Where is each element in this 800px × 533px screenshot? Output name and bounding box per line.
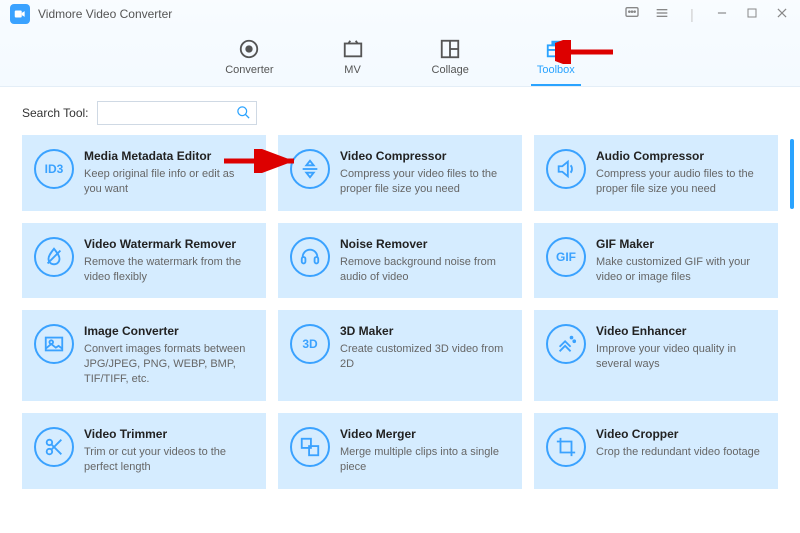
tool-icon: [34, 427, 74, 467]
tool-title: Video Enhancer: [596, 324, 766, 338]
close-button[interactable]: [774, 6, 790, 23]
tool-desc: Keep original file info or edit as you w…: [84, 167, 254, 197]
tool-title: Image Converter: [84, 324, 254, 338]
tool-desc: Improve your video quality in several wa…: [596, 342, 766, 372]
tool-card[interactable]: Image Converter Convert images formats be…: [22, 310, 266, 401]
tool-icon: [34, 237, 74, 277]
tab-label: Converter: [225, 64, 273, 76]
tool-card[interactable]: Video Merger Merge multiple clips into a …: [278, 413, 522, 489]
tab-label: Toolbox: [537, 64, 575, 76]
search-input[interactable]: [97, 101, 257, 125]
tool-desc: Compress your audio files to the proper …: [596, 167, 766, 197]
tool-title: Video Cropper: [596, 427, 760, 441]
tool-desc: Remove background noise from audio of vi…: [340, 255, 510, 285]
tool-title: Noise Remover: [340, 237, 510, 251]
tool-icon: [34, 324, 74, 364]
tool-icon: [290, 149, 330, 189]
tool-desc: Remove the watermark from the video flex…: [84, 255, 254, 285]
tool-desc: Compress your video files to the proper …: [340, 167, 510, 197]
scrollbar-thumb[interactable]: [790, 139, 794, 209]
tool-desc: Merge multiple clips into a single piece: [340, 445, 510, 475]
search-label: Search Tool:: [22, 106, 89, 120]
tool-icon: [290, 427, 330, 467]
tool-title: Video Merger: [340, 427, 510, 441]
tool-card[interactable]: 3D 3D Maker Create customized 3D video fro…: [278, 310, 522, 401]
main-tabs: Converter MV Collage Toolbox: [0, 28, 800, 87]
tool-card[interactable]: Noise Remover Remove background noise fro…: [278, 223, 522, 299]
tool-icon: [546, 427, 586, 467]
titlebar: Vidmore Video Converter |: [0, 0, 800, 28]
tool-desc: Trim or cut your videos to the perfect l…: [84, 445, 254, 475]
tool-card[interactable]: Video Enhancer Improve your video quality…: [534, 310, 778, 401]
menu-icon[interactable]: [654, 5, 670, 24]
tool-card[interactable]: Video Trimmer Trim or cut your videos to …: [22, 413, 266, 489]
tool-card[interactable]: Video Compressor Compress your video file…: [278, 135, 522, 211]
minimize-button[interactable]: [714, 6, 730, 23]
tool-icon: [546, 149, 586, 189]
tool-title: Video Watermark Remover: [84, 237, 254, 251]
tool-icon: 3D: [290, 324, 330, 364]
tool-title: Media Metadata Editor: [84, 149, 254, 163]
tool-grid-wrap: ID3 Media Metadata Editor Keep original fi…: [0, 135, 800, 533]
tool-title: Video Trimmer: [84, 427, 254, 441]
tool-icon: [290, 237, 330, 277]
tool-desc: Convert images formats between JPG/JPEG,…: [84, 342, 254, 387]
tool-icon: [546, 324, 586, 364]
tool-card[interactable]: Audio Compressor Compress your audio file…: [534, 135, 778, 211]
app-logo: [10, 4, 30, 24]
feedback-icon[interactable]: [624, 5, 640, 24]
maximize-button[interactable]: [744, 6, 760, 22]
tab-label: MV: [344, 64, 361, 76]
tool-icon: ID3: [34, 149, 74, 189]
tool-title: 3D Maker: [340, 324, 510, 338]
divider: |: [684, 6, 700, 22]
tab-collage[interactable]: Collage: [426, 34, 475, 86]
tool-card[interactable]: Video Watermark Remover Remove the waterm…: [22, 223, 266, 299]
tool-grid: ID3 Media Metadata Editor Keep original fi…: [22, 135, 778, 489]
search-bar: Search Tool:: [0, 87, 800, 135]
tab-label: Collage: [432, 64, 469, 76]
tool-card[interactable]: Video Cropper Crop the redundant video fo…: [534, 413, 778, 489]
tool-desc: Crop the redundant video footage: [596, 445, 760, 460]
tab-toolbox[interactable]: Toolbox: [531, 34, 581, 86]
tool-card[interactable]: ID3 Media Metadata Editor Keep original fi…: [22, 135, 266, 211]
tab-mv[interactable]: MV: [336, 34, 370, 86]
search-icon[interactable]: [236, 105, 251, 125]
app-title: Vidmore Video Converter: [38, 7, 172, 21]
tool-card[interactable]: GIF GIF Maker Make customized GIF with you…: [534, 223, 778, 299]
window-controls: |: [624, 5, 790, 24]
tool-desc: Make customized GIF with your video or i…: [596, 255, 766, 285]
tool-desc: Create customized 3D video from 2D: [340, 342, 510, 372]
tab-converter[interactable]: Converter: [219, 34, 279, 86]
tool-title: Audio Compressor: [596, 149, 766, 163]
tool-title: Video Compressor: [340, 149, 510, 163]
tool-icon: GIF: [546, 237, 586, 277]
tool-title: GIF Maker: [596, 237, 766, 251]
